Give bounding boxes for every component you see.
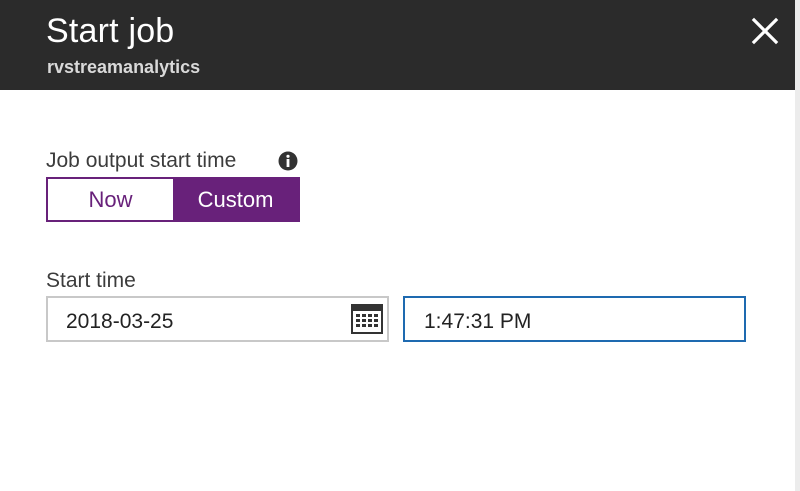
blade-title: Start job (46, 12, 175, 50)
toggle-option-custom[interactable]: Custom (173, 179, 298, 220)
start-time-label: Start time (46, 269, 136, 292)
info-icon[interactable] (278, 151, 298, 171)
toggle-option-now[interactable]: Now (48, 179, 173, 220)
blade-subtitle: rvstreamanalytics (47, 57, 201, 77)
start-date-value: 2018-03-25 (66, 310, 174, 333)
calendar-icon[interactable] (351, 304, 383, 334)
scrollbar-track (795, 0, 800, 491)
start-time-value: 1:47:31 PM (424, 310, 532, 333)
start-time-field[interactable]: 1:47:31 PM (403, 296, 746, 342)
blade-header: Start job rvstreamanalytics (0, 0, 795, 90)
output-start-toggle: Now Custom (46, 177, 300, 222)
close-icon[interactable] (748, 14, 782, 48)
start-date-field[interactable]: 2018-03-25 (46, 296, 389, 342)
job-output-start-time-label: Job output start time (46, 149, 237, 172)
